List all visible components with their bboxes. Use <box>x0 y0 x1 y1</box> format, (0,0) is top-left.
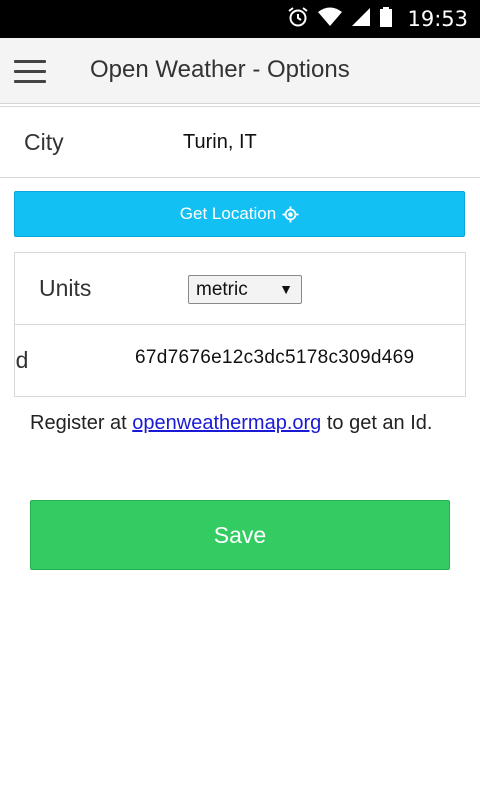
get-location-button[interactable]: Get Location <box>14 191 465 237</box>
status-time: 19:53 <box>407 7 468 31</box>
status-icons: 19:53 <box>287 0 468 38</box>
dropdown-arrow-icon: ▼ <box>279 281 293 297</box>
app-id-row: p Id <box>15 325 465 396</box>
hamburger-menu-icon[interactable] <box>14 60 46 84</box>
wifi-icon <box>317 6 343 33</box>
page-title: Open Weather - Options <box>90 56 350 83</box>
openweathermap-link[interactable]: openweathermap.org <box>132 412 321 434</box>
app-id-field <box>135 347 429 377</box>
city-row: City <box>0 106 480 178</box>
battery-icon <box>379 6 393 33</box>
city-input[interactable] <box>183 131 453 154</box>
app-id-label: p Id <box>15 347 29 373</box>
register-text: Register at openweathermap.org to get an… <box>30 408 450 438</box>
save-label: Save <box>213 521 267 548</box>
city-label: City <box>24 129 64 155</box>
get-location-label: Get Location <box>179 204 277 223</box>
status-bar: 19:53 <box>0 0 480 38</box>
units-row: Units metric ▼ <box>15 253 465 325</box>
app-bar: Open Weather - Options <box>0 38 480 104</box>
register-suffix: to get an Id. <box>321 412 433 434</box>
units-label: Units <box>39 275 92 301</box>
app-id-input[interactable] <box>135 347 429 369</box>
alarm-icon <box>287 6 309 33</box>
register-prefix: Register at <box>30 412 133 434</box>
location-target-icon <box>282 206 299 223</box>
units-select[interactable]: metric ▼ <box>188 275 302 304</box>
units-selected-value: metric <box>196 279 248 300</box>
signal-icon <box>351 6 371 33</box>
options-box: Units metric ▼ p Id <box>14 252 466 397</box>
save-button[interactable]: Save <box>30 500 450 570</box>
